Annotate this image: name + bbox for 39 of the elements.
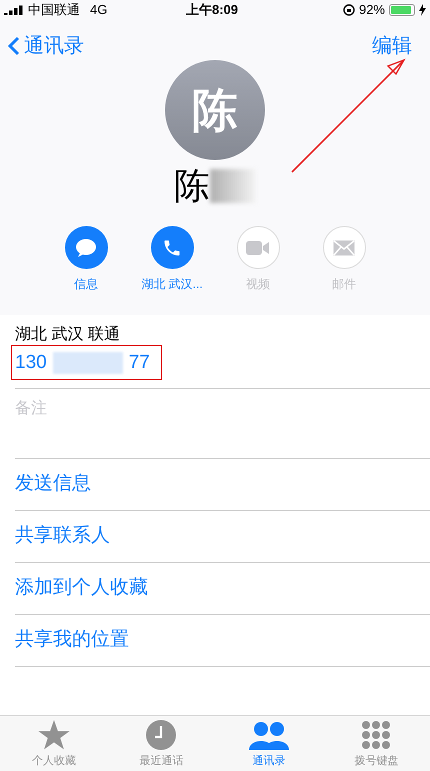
network-type: 4G — [90, 1, 108, 20]
tab[interactable]: 拨号键盘 — [322, 716, 430, 771]
back-button[interactable]: 通讯录 — [8, 31, 84, 61]
clock-icon — [146, 720, 176, 750]
phone-number[interactable]: 130 77 — [15, 349, 150, 378]
charging-icon — [419, 4, 426, 16]
action-link[interactable]: 添加到个人收藏 — [15, 574, 148, 602]
action-link[interactable]: 共享联系人 — [15, 522, 110, 550]
video-camera-icon — [246, 240, 270, 256]
keypad-icon — [361, 720, 392, 750]
battery-percent: 92% — [358, 1, 385, 20]
rotation-lock-icon — [342, 4, 355, 16]
action-button[interactable]: 湖北 武汉... — [129, 226, 215, 293]
avatar: 陈 — [165, 60, 265, 160]
status-time: 上午8:09 — [186, 1, 238, 20]
carrier-name: 中国联通 — [28, 1, 80, 20]
envelope-icon — [333, 240, 355, 256]
phone-label: 湖北 武汉 联通 — [15, 324, 121, 345]
action-link[interactable]: 共享我的位置 — [15, 626, 129, 654]
action-button[interactable]: 信息 — [43, 226, 129, 293]
redacted-area — [210, 169, 256, 203]
action-link[interactable]: 发送信息 — [15, 470, 91, 498]
redacted-area — [52, 352, 123, 374]
edit-button[interactable]: 编辑 — [372, 31, 422, 61]
action-label: 视频 — [246, 276, 270, 293]
contact-name: 陈 — [174, 164, 210, 208]
action-label: 邮件 — [332, 276, 356, 293]
tab[interactable]: 个人收藏 — [0, 716, 108, 771]
tab[interactable]: 通讯录 — [215, 716, 322, 771]
speech-bubble-icon — [75, 238, 97, 258]
phone-icon — [162, 238, 182, 258]
chevron-left-icon — [8, 36, 20, 56]
action-label: 信息 — [74, 276, 98, 293]
star-icon — [38, 720, 70, 750]
action-label: 湖北 武汉... — [141, 276, 203, 293]
battery-icon — [389, 4, 415, 16]
people-icon — [248, 720, 289, 750]
signal-icon — [4, 5, 24, 15]
tab[interactable]: 最近通话 — [108, 716, 215, 771]
